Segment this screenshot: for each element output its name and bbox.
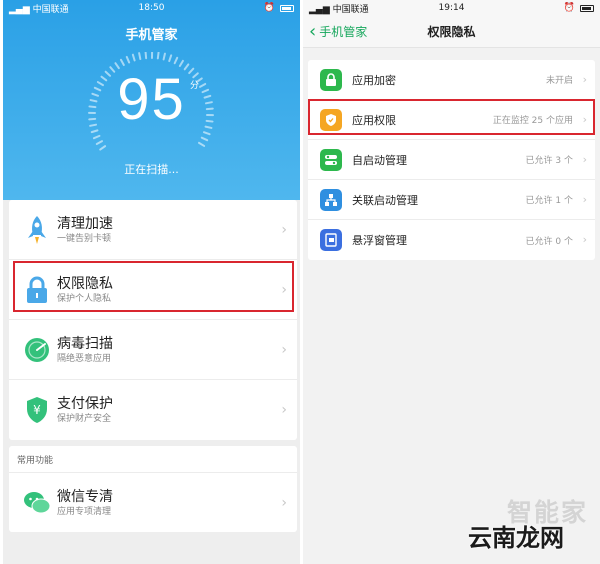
ring-tick <box>156 52 160 60</box>
common-functions-card: 常用功能 微信专清 应用专项清理 › <box>9 446 297 532</box>
privacy-settings-list: 应用加密 未开启 › 应用权限 正在监控 25 个应用 › 自启动管理 已允许 … <box>308 60 595 260</box>
floating-window-icon <box>320 229 342 251</box>
left-phone-screen: ▂▄▆ 中国联通 18:50 ⏰ 手机管家 95 分 正在扫描... 清理加速 … <box>3 0 300 564</box>
menu-item-cleanup[interactable]: 清理加速 一键告别卡顿 › <box>9 200 297 260</box>
chevron-right-icon: › <box>281 402 287 418</box>
battery-icon <box>280 4 294 12</box>
radar-icon <box>23 334 51 366</box>
score-unit: 分 <box>190 81 200 91</box>
menu-item-title: 权限隐私 <box>57 275 113 292</box>
ring-tick <box>138 52 142 61</box>
content-area: 清理加速 一键告别卡顿 › 权限隐私 保护个人隐私 › 病毒扫描 隔绝恶意应用 … <box>3 200 300 564</box>
chevron-right-icon: › <box>281 282 287 298</box>
lock-icon <box>23 274 51 306</box>
battery-icon <box>580 4 594 12</box>
rocket-icon <box>23 214 51 246</box>
menu-item-title: 支付保护 <box>57 396 113 412</box>
menu-item-subtitle: 隔绝恶意应用 <box>57 353 112 364</box>
chevron-right-icon: › <box>281 342 287 358</box>
menu-item-subtitle: 保护个人隐私 <box>57 293 112 304</box>
shield-icon <box>320 109 342 131</box>
chevron-right-icon: › <box>582 73 587 86</box>
clock: 18:50 <box>138 3 165 13</box>
menu-item-virus-scan[interactable]: 病毒扫描 隔绝恶意应用 › <box>9 320 297 380</box>
ring-tick <box>198 141 206 147</box>
chevron-right-icon: › <box>281 222 287 238</box>
menu-item-title: 病毒扫描 <box>57 335 113 352</box>
status-bar: ▂▄▆ 中国联通 18:50 ⏰ <box>3 0 300 16</box>
menu-item-subtitle: 保护财产安全 <box>57 414 112 424</box>
chevron-right-icon: › <box>582 193 587 206</box>
menu-item-wechat-clean[interactable]: 微信专清 应用专项清理 › <box>9 472 297 532</box>
menu-item-title: 微信专清 <box>57 488 113 505</box>
ring-tick <box>125 55 131 64</box>
ring-tick <box>168 54 173 63</box>
menu-item-privacy[interactable]: 权限隐私 保护个人隐私 › <box>9 260 297 320</box>
ring-tick <box>173 56 179 65</box>
ring-tick <box>119 58 125 67</box>
ring-tick <box>99 145 107 151</box>
lock-icon <box>320 69 342 91</box>
setting-status: 未开启 <box>545 76 573 86</box>
main-menu: 清理加速 一键告别卡顿 › 权限隐私 保护个人隐私 › 病毒扫描 隔绝恶意应用 … <box>9 200 297 440</box>
ring-tick <box>162 52 166 61</box>
setting-app-lock[interactable]: 应用加密 未开启 › <box>308 60 595 100</box>
chevron-right-icon: › <box>582 233 587 246</box>
chevron-right-icon: › <box>582 153 587 166</box>
yen-shield-icon: ¥ <box>23 394 51 426</box>
setting-status: 正在监控 25 个应用 <box>492 116 573 126</box>
navigation-bar: ‹ 手机管家 权限隐私 <box>303 16 600 48</box>
menu-item-payment-protection[interactable]: ¥ 支付保护 保护财产安全 › <box>9 380 297 440</box>
ring-tick <box>144 52 148 60</box>
setting-label: 悬浮窗管理 <box>352 234 407 247</box>
setting-app-permissions[interactable]: 应用权限 正在监控 25 个应用 › <box>308 100 595 140</box>
wechat-icon <box>23 487 51 519</box>
page-title: 手机管家 <box>125 28 178 43</box>
network-icon <box>320 189 342 211</box>
menu-item-subtitle: 一键告别卡顿 <box>57 233 112 244</box>
scan-status: 正在扫描... <box>124 163 179 176</box>
menu-item-subtitle: 应用专项清理 <box>57 506 112 517</box>
ring-tick <box>200 136 209 142</box>
menu-item-title: 清理加速 <box>57 215 113 232</box>
ring-tick <box>95 140 104 146</box>
clock: 19:14 <box>438 3 465 13</box>
watermark-text: 云南龙网 <box>468 524 564 552</box>
setting-label: 应用权限 <box>352 113 396 127</box>
setting-label: 应用加密 <box>352 73 396 87</box>
security-score: 95 <box>117 67 186 132</box>
setting-autostart[interactable]: 自启动管理 已允许 3 个 › <box>308 140 595 180</box>
score-header: ▂▄▆ 中国联通 18:50 ⏰ 手机管家 95 分 正在扫描... <box>3 0 300 200</box>
section-label: 常用功能 <box>17 455 54 466</box>
chevron-right-icon: › <box>281 495 287 511</box>
chevron-right-icon: › <box>582 113 587 126</box>
toggle-icon <box>320 149 342 171</box>
setting-associated-start[interactable]: 关联启动管理 已允许 1 个 › <box>308 180 595 220</box>
page-title: 权限隐私 <box>427 25 476 39</box>
status-bar: ▂▄▆ 中国联通 19:14 ⏰ <box>303 0 600 16</box>
setting-floating-window[interactable]: 悬浮窗管理 已允许 0 个 › <box>308 220 595 260</box>
svg-text:¥: ¥ <box>33 403 41 417</box>
ring-tick <box>131 53 136 62</box>
right-phone-screen: ▂▄▆ 中国联通 19:14 ⏰ ‹ 手机管家 权限隐私 应用加密 未开启 › … <box>303 0 600 564</box>
ring-tick <box>92 134 101 140</box>
setting-label: 关联启动管理 <box>352 193 418 207</box>
setting-label: 自启动管理 <box>352 153 407 167</box>
